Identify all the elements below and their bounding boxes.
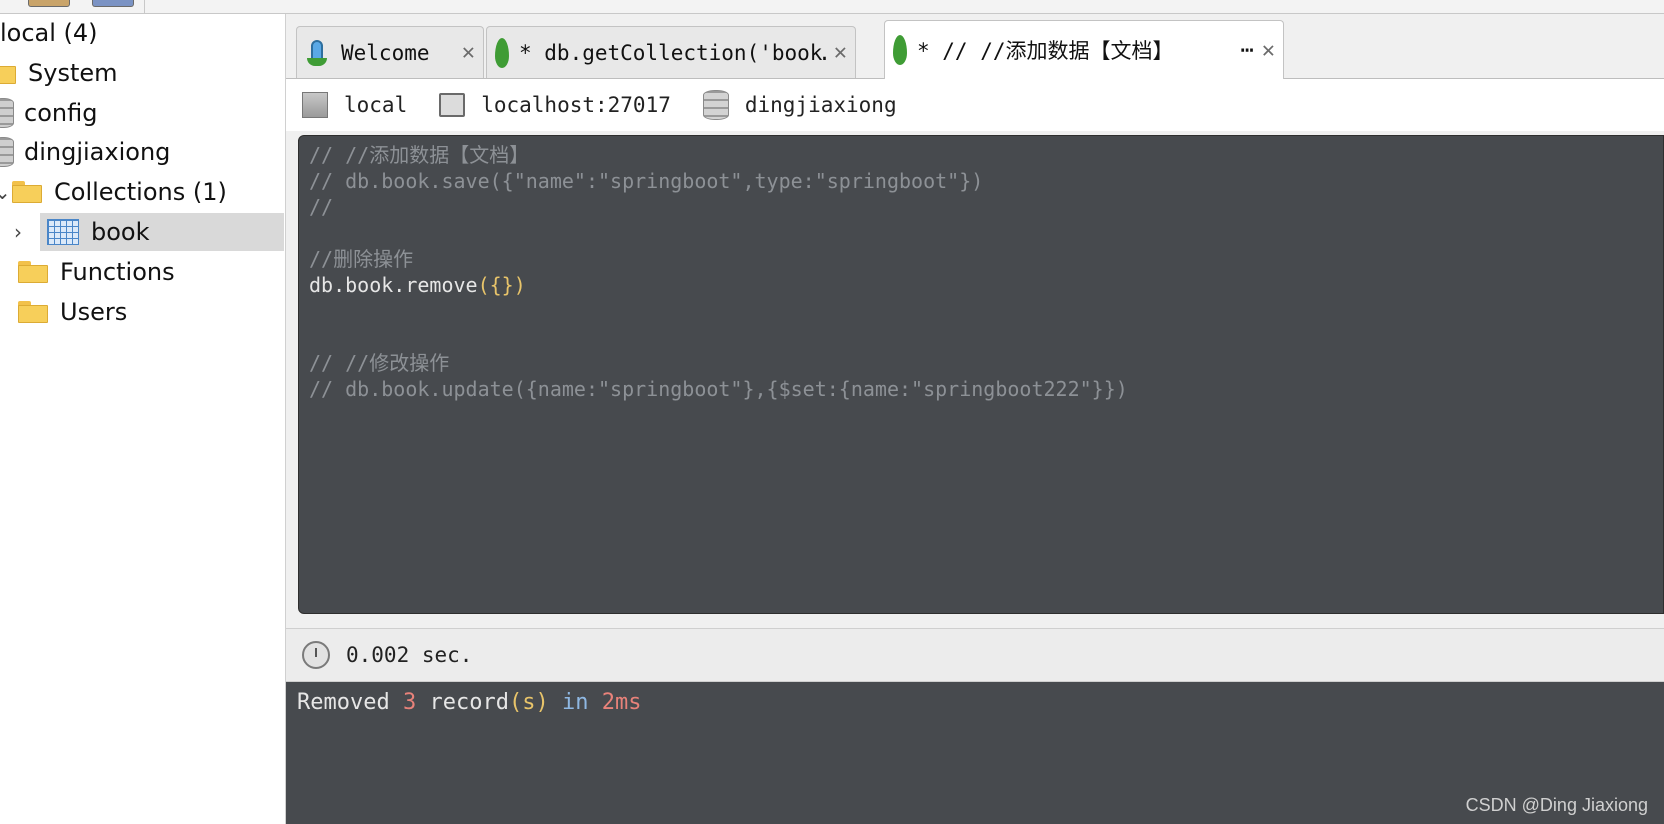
- connection-name: local: [286, 92, 407, 118]
- tab-getcollection[interactable]: * db.getCollection('book… ✕: [486, 26, 856, 78]
- rocket-icon: [305, 38, 331, 68]
- tree-item-users[interactable]: Users: [18, 293, 127, 331]
- tree-item-label: Users: [60, 298, 128, 326]
- database-icon: [0, 98, 14, 128]
- execution-status: 0.002 sec.: [286, 628, 1664, 682]
- tab-welcome[interactable]: Welcome ✕: [296, 26, 484, 78]
- tree-item-config[interactable]: config: [0, 94, 97, 132]
- connection-database-label: dingjiaxiong: [744, 93, 897, 117]
- tree-item-functions[interactable]: Functions: [18, 253, 175, 291]
- result-count: 3: [402, 690, 417, 715]
- connection-database: dingjiaxiong: [702, 90, 897, 120]
- clock-icon: [302, 641, 330, 669]
- result-in: in: [561, 690, 589, 715]
- connection-host: localhost:27017: [439, 93, 671, 117]
- chevron-right-icon[interactable]: ›: [14, 220, 32, 244]
- code-line: //删除操作: [309, 247, 414, 271]
- toolbar: [0, 0, 1664, 14]
- code-line: // db.book.save({"name":"springboot",typ…: [309, 169, 984, 193]
- result-suffix: (s): [508, 690, 549, 715]
- tree-item-label: dingjiaxiong: [24, 138, 171, 166]
- code-line: // //修改操作: [309, 351, 450, 375]
- code-text: db.book.remove: [309, 273, 478, 297]
- mongodb-leaf-icon: [495, 37, 509, 68]
- watermark: CSDN @Ding Jiaxiong: [1465, 795, 1648, 815]
- code-line-active: db.book.remove({}): [309, 272, 526, 298]
- tree-item-collections[interactable]: ⌄ Collections (1): [0, 173, 227, 211]
- folder-icon: [12, 181, 42, 203]
- server-icon: [439, 93, 466, 117]
- tree-item-book[interactable]: › book: [14, 213, 284, 251]
- collection-icon: [47, 219, 79, 245]
- close-icon[interactable]: ✕: [1262, 38, 1275, 63]
- toolbar-separator: [144, 0, 145, 13]
- result-prefix: Removed: [297, 690, 390, 715]
- toolbar-save-icon[interactable]: [92, 0, 134, 7]
- close-icon[interactable]: ✕: [462, 40, 475, 65]
- mongodb-leaf-icon: [893, 35, 907, 65]
- tree-root-local[interactable]: local (4): [0, 14, 98, 52]
- result-duration: 2ms: [601, 690, 642, 715]
- network-icon: [302, 92, 328, 118]
- tree-item-label: System: [28, 59, 118, 87]
- result-word: record: [429, 690, 509, 715]
- tab-active-script[interactable]: * // //添加数据【文档】 ⋯ ✕: [884, 20, 1284, 79]
- code-line: // db.book.update({name:"springboot"},{$…: [309, 377, 1128, 401]
- connection-host-label: localhost:27017: [481, 93, 671, 117]
- code-args: ({}): [477, 273, 526, 297]
- folder-icon: [0, 62, 16, 84]
- result-line: Removed 3 record(s) in 2ms: [297, 690, 641, 715]
- connection-bar: local localhost:27017 dingjiaxiong: [286, 79, 1664, 131]
- result-output: Removed 3 record(s) in 2ms CSDN @Ding Ji…: [286, 682, 1664, 824]
- tree-root-label: local (4): [0, 19, 98, 47]
- connection-name-label: local: [344, 93, 408, 117]
- connection-tree: local (4) System config dingjiaxiong ⌄ C…: [0, 14, 286, 824]
- tree-item-label: book: [91, 218, 150, 246]
- tree-item-label: Functions: [60, 258, 175, 286]
- code-line: // //添加数据【文档】: [309, 143, 530, 167]
- tree-item-dingjiaxiong[interactable]: dingjiaxiong: [0, 133, 170, 171]
- database-icon: [0, 137, 14, 167]
- tree-item-label: config: [24, 99, 98, 127]
- tab-label: Welcome: [341, 40, 430, 65]
- folder-icon: [18, 261, 48, 283]
- toolbar-open-icon[interactable]: [28, 0, 70, 7]
- tab-bar: Welcome ✕ * db.getCollection('book… ✕ * …: [286, 14, 1664, 79]
- execution-time: 0.002 sec.: [346, 643, 473, 667]
- script-editor[interactable]: // //添加数据【文档】 // db.book.save({"name":"s…: [298, 135, 1664, 614]
- database-icon: [702, 90, 729, 120]
- chevron-down-icon[interactable]: ⌄: [0, 180, 12, 204]
- tab-label: * // //添加数据【文档】: [917, 39, 1174, 63]
- code-line: //: [309, 195, 334, 219]
- close-icon[interactable]: ✕: [834, 40, 847, 65]
- tab-label: * db.getCollection('book…: [519, 40, 826, 65]
- more-icon: ⋯: [1240, 37, 1254, 63]
- tree-item-system[interactable]: System: [0, 54, 118, 92]
- folder-icon: [18, 301, 48, 323]
- tree-item-label: Collections (1): [54, 178, 227, 206]
